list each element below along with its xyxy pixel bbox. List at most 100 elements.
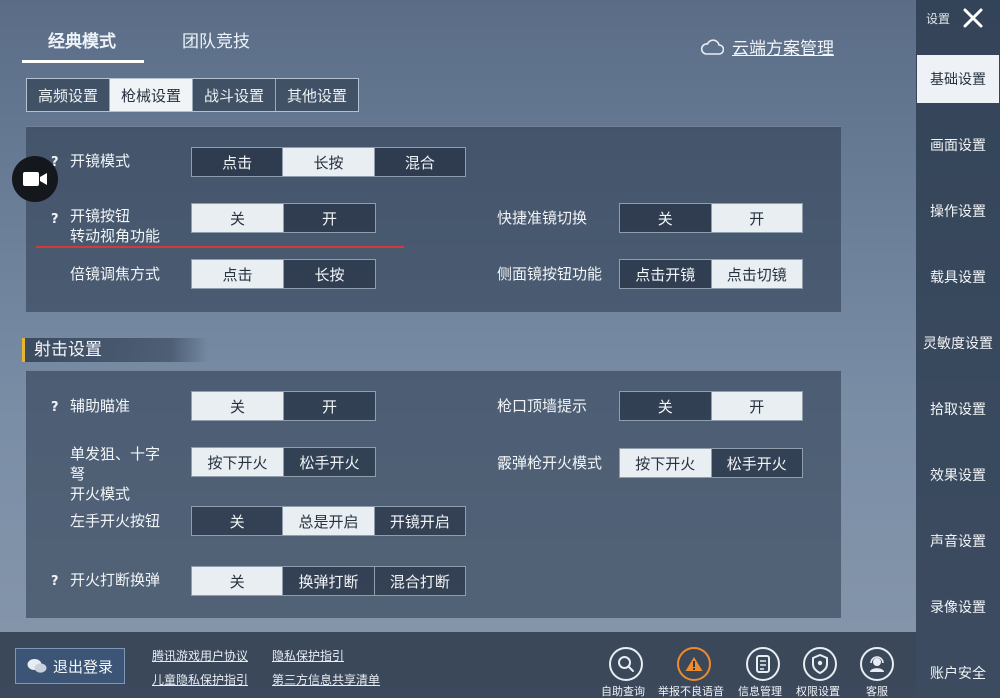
side-scope-switch[interactable]: 点击切镜 bbox=[711, 260, 802, 288]
video-camera-icon bbox=[23, 172, 47, 186]
zoom-focus-tap[interactable]: 点击 bbox=[192, 260, 284, 288]
open-button-rotate-selector: 关 开 bbox=[191, 203, 376, 233]
zoom-focus-selector: 点击 长按 bbox=[191, 259, 376, 289]
subtab-other[interactable]: 其他设置 bbox=[276, 79, 358, 111]
self-service-label: 自助查询 bbox=[601, 685, 645, 698]
logout-button[interactable]: 退出登录 bbox=[15, 648, 125, 684]
open-mode-mixed[interactable]: 混合 bbox=[375, 148, 465, 176]
interrupt-reload-off[interactable]: 关 bbox=[192, 567, 284, 595]
self-service-button[interactable] bbox=[609, 647, 643, 681]
help-icon[interactable]: ? bbox=[51, 400, 59, 415]
side-scope-open[interactable]: 点击开镜 bbox=[620, 260, 712, 288]
zoom-focus-label: 倍镜调焦方式 bbox=[70, 265, 161, 283]
help-icon[interactable]: ? bbox=[51, 212, 59, 227]
subtab-weapon[interactable]: 枪械设置 bbox=[110, 79, 194, 111]
tab-team-deathmatch[interactable]: 团队竞技 bbox=[182, 30, 250, 54]
sidebar-item-sensitivity[interactable]: 灵敏度设置 bbox=[916, 319, 1000, 367]
left-fire-selector: 关 总是开启 开镜开启 bbox=[191, 506, 466, 536]
subtab-frequent[interactable]: 高频设置 bbox=[27, 79, 111, 111]
open-button-rotate-label-1: 开镜按钮 bbox=[70, 207, 131, 225]
muzzle-wall-on[interactable]: 开 bbox=[711, 392, 802, 420]
sidebar-item-account-security[interactable]: 账户安全 bbox=[916, 649, 1000, 697]
logout-label: 退出登录 bbox=[52, 657, 113, 676]
shooting-section-title: 射击设置 bbox=[34, 340, 102, 360]
customer-service-label: 客服 bbox=[866, 685, 888, 698]
close-icon[interactable] bbox=[962, 7, 984, 29]
left-fire-scoped[interactable]: 开镜开启 bbox=[375, 507, 465, 535]
single-sniper-press[interactable]: 按下开火 bbox=[192, 448, 284, 476]
third-party-sharing-link[interactable]: 第三方信息共享清单 bbox=[272, 671, 380, 688]
settings-subtabs: 高频设置 枪械设置 战斗设置 其他设置 bbox=[26, 78, 360, 112]
subtab-combat[interactable]: 战斗设置 bbox=[193, 79, 277, 111]
interrupt-reload-selector: 关 换弹打断 混合打断 bbox=[191, 566, 466, 596]
single-sniper-selector: 按下开火 松手开火 bbox=[191, 447, 376, 477]
aim-assist-off[interactable]: 关 bbox=[192, 392, 284, 420]
interrupt-reload-reload[interactable]: 换弹打断 bbox=[283, 567, 375, 595]
left-fire-label: 左手开火按钮 bbox=[70, 512, 161, 530]
search-icon bbox=[618, 656, 634, 672]
muzzle-wall-off[interactable]: 关 bbox=[620, 392, 712, 420]
open-mode-label: 开镜模式 bbox=[70, 152, 131, 170]
sidebar-item-pickup[interactable]: 拾取设置 bbox=[916, 385, 1000, 433]
shotgun-mode-selector: 按下开火 松手开火 bbox=[619, 448, 803, 478]
user-agreement-link[interactable]: 腾讯游戏用户协议 bbox=[152, 647, 248, 664]
cloud-scheme-label: 云端方案管理 bbox=[732, 39, 834, 59]
aim-assist-label: 辅助瞄准 bbox=[70, 397, 131, 415]
aim-assist-on[interactable]: 开 bbox=[284, 392, 375, 420]
tab-classic-mode[interactable]: 经典模式 bbox=[48, 30, 116, 54]
help-icon[interactable]: ? bbox=[51, 574, 59, 589]
single-sniper-release[interactable]: 松手开火 bbox=[284, 448, 375, 476]
video-record-button[interactable] bbox=[12, 156, 58, 202]
left-fire-always[interactable]: 总是开启 bbox=[283, 507, 375, 535]
muzzle-wall-selector: 关 开 bbox=[619, 391, 803, 421]
info-manage-button[interactable] bbox=[746, 647, 780, 681]
permission-button[interactable] bbox=[803, 647, 837, 681]
quick-switch-selector: 关 开 bbox=[619, 203, 803, 233]
shotgun-mode-press[interactable]: 按下开火 bbox=[620, 449, 712, 477]
sidebar-item-basic[interactable]: 基础设置 bbox=[917, 55, 999, 103]
aim-assist-selector: 关 开 bbox=[191, 391, 376, 421]
open-mode-tap[interactable]: 点击 bbox=[192, 148, 284, 176]
cloud-icon bbox=[700, 38, 724, 55]
interrupt-reload-label: 开火打断换弹 bbox=[70, 571, 161, 589]
warning-icon bbox=[685, 657, 703, 671]
sidebar-item-effects[interactable]: 效果设置 bbox=[916, 451, 1000, 499]
single-sniper-label-1: 单发狙、十字 bbox=[70, 445, 161, 463]
sidebar-top: 设置 bbox=[922, 4, 996, 32]
report-voice-label: 举报不良语音 bbox=[658, 685, 724, 698]
cloud-scheme-button[interactable]: 云端方案管理 bbox=[700, 34, 834, 59]
settings-title: 设置 bbox=[926, 12, 951, 26]
interrupt-reload-mixed[interactable]: 混合打断 bbox=[375, 567, 465, 595]
sidebar-item-sound[interactable]: 声音设置 bbox=[916, 517, 1000, 565]
single-sniper-label-2: 弩 bbox=[70, 465, 86, 483]
permission-icon bbox=[812, 654, 828, 674]
sidebar-item-graphics[interactable]: 画面设置 bbox=[916, 121, 1000, 169]
open-button-rotate-off[interactable]: 关 bbox=[192, 204, 284, 232]
shotgun-mode-label: 霰弹枪开火模式 bbox=[497, 454, 603, 472]
shotgun-mode-release[interactable]: 松手开火 bbox=[712, 449, 803, 477]
quick-switch-on[interactable]: 开 bbox=[711, 204, 802, 232]
sidebar-item-recording[interactable]: 录像设置 bbox=[916, 583, 1000, 631]
single-sniper-label-3: 开火模式 bbox=[70, 485, 131, 503]
open-mode-hold[interactable]: 长按 bbox=[283, 148, 375, 176]
active-tab-underline bbox=[22, 60, 144, 63]
privacy-guide-link[interactable]: 隐私保护指引 bbox=[272, 647, 344, 664]
sidebar-item-controls[interactable]: 操作设置 bbox=[916, 187, 1000, 235]
info-manage-icon bbox=[756, 655, 770, 673]
open-button-rotate-label-2: 转动视角功能 bbox=[70, 227, 161, 245]
report-voice-button[interactable] bbox=[677, 647, 711, 681]
muzzle-wall-label: 枪口顶墙提示 bbox=[497, 397, 588, 415]
shooting-section-header: 射击设置 bbox=[22, 338, 208, 362]
zoom-focus-hold[interactable]: 长按 bbox=[284, 260, 375, 288]
side-scope-label: 侧面镜按钮功能 bbox=[497, 265, 603, 283]
info-manage-label: 信息管理 bbox=[738, 685, 782, 698]
open-button-rotate-on[interactable]: 开 bbox=[284, 204, 375, 232]
quick-switch-off[interactable]: 关 bbox=[620, 204, 712, 232]
child-privacy-link[interactable]: 儿童隐私保护指引 bbox=[152, 671, 248, 688]
sidebar-item-vehicle[interactable]: 载具设置 bbox=[916, 253, 1000, 301]
red-underline-annotation bbox=[36, 246, 404, 248]
customer-service-button[interactable] bbox=[860, 647, 894, 681]
left-fire-off[interactable]: 关 bbox=[192, 507, 284, 535]
wechat-icon bbox=[27, 659, 47, 673]
quick-switch-label: 快捷准镜切换 bbox=[497, 209, 588, 227]
